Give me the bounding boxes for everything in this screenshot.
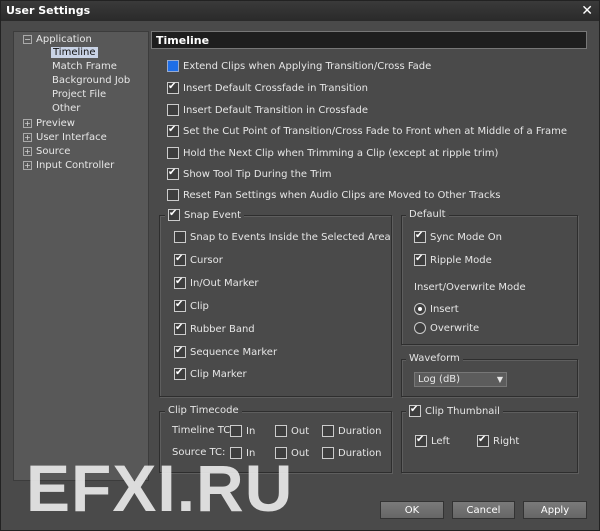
timeline-tc-in[interactable]: In (230, 425, 255, 437)
sync-mode-checkbox[interactable]: Sync Mode On (414, 231, 502, 243)
watermark: EFXI.RU (26, 451, 294, 525)
clip-thumbnail-checkbox[interactable]: Clip Thumbnail (406, 405, 503, 417)
expand-icon: + (23, 119, 32, 128)
snap-cursor[interactable]: Cursor (174, 254, 223, 266)
title-bar: User Settings ✕ (1, 1, 599, 21)
insert-radio[interactable]: Insert (414, 303, 459, 315)
waveform-label: Waveform (406, 353, 463, 364)
timeline-tc-label: Timeline TC: (172, 425, 234, 436)
checkbox (167, 147, 179, 159)
tree-item-timeline[interactable]: Timeline (51, 47, 98, 58)
snap-in-out-marker[interactable]: In/Out Marker (174, 277, 259, 289)
option-insert-transition[interactable]: Insert Default Transition in Crossfade (167, 104, 368, 116)
option-show-tooltip[interactable]: Show Tool Tip During the Trim (167, 168, 332, 180)
thumbnail-left[interactable]: Left (415, 435, 450, 447)
expand-icon: + (23, 147, 32, 156)
waveform-dropdown[interactable]: Log (dB) ▼ (414, 372, 507, 387)
checkbox (167, 60, 179, 72)
mode-label: Insert/Overwrite Mode (414, 282, 526, 293)
expand-icon: + (23, 133, 32, 142)
cancel-button[interactable]: Cancel (452, 501, 515, 519)
timeline-tc-duration[interactable]: Duration (322, 425, 381, 437)
timeline-tc-out[interactable]: Out (275, 425, 309, 437)
tree-item-other[interactable]: Other (52, 103, 80, 114)
apply-button[interactable]: Apply (523, 501, 587, 519)
option-cut-point[interactable]: Set the Cut Point of Transition/Cross Fa… (167, 125, 567, 137)
ok-button[interactable]: OK (380, 501, 444, 519)
source-tc-duration[interactable]: Duration (322, 447, 381, 459)
tree-item-user-interface[interactable]: + User Interface (23, 132, 107, 143)
checkbox (167, 82, 179, 94)
checkbox (167, 168, 179, 180)
snap-clip-marker[interactable]: Clip Marker (174, 368, 247, 380)
tree-item-match-frame[interactable]: Match Frame (52, 61, 117, 72)
checkbox (167, 189, 179, 201)
clip-timecode-label: Clip Timecode (165, 405, 242, 416)
default-group-label: Default (406, 209, 449, 220)
thumbnail-right[interactable]: Right (477, 435, 519, 447)
snap-sequence-marker[interactable]: Sequence Marker (174, 346, 277, 358)
collapse-icon[interactable]: − (23, 35, 32, 44)
tree-item-preview[interactable]: + Preview (23, 118, 75, 129)
option-extend-clips[interactable]: Extend Clips when Applying Transition/Cr… (167, 60, 431, 72)
tree-item-input-controller[interactable]: + Input Controller (23, 160, 114, 171)
option-reset-pan[interactable]: Reset Pan Settings when Audio Clips are … (167, 189, 500, 201)
tree-item-project-file[interactable]: Project File (52, 89, 106, 100)
tree-item-application[interactable]: − Application (23, 34, 92, 45)
chevron-down-icon: ▼ (496, 375, 503, 384)
ripple-mode-checkbox[interactable]: Ripple Mode (414, 254, 492, 266)
option-insert-crossfade[interactable]: Insert Default Crossfade in Transition (167, 82, 368, 94)
snap-event-checkbox[interactable]: Snap Event (165, 209, 244, 221)
checkbox (167, 125, 179, 137)
option-hold-next-clip[interactable]: Hold the Next Clip when Trimming a Clip … (167, 147, 498, 159)
tree-item-background-job[interactable]: Background Job (52, 75, 130, 86)
snap-clip[interactable]: Clip (174, 300, 209, 312)
checkbox (167, 104, 179, 116)
overwrite-radio[interactable]: Overwrite (414, 322, 479, 334)
tree-item-source[interactable]: + Source (23, 146, 70, 157)
snap-rubber-band[interactable]: Rubber Band (174, 323, 255, 335)
window-title: User Settings (6, 4, 91, 17)
close-icon[interactable]: ✕ (581, 1, 593, 21)
user-settings-dialog: User Settings ✕ − Application Timeline Mat… (0, 0, 600, 531)
expand-icon: + (23, 161, 32, 170)
page-title: Timeline (151, 31, 587, 49)
snap-inside-area[interactable]: Snap to Events Inside the Selected Area (174, 231, 391, 243)
